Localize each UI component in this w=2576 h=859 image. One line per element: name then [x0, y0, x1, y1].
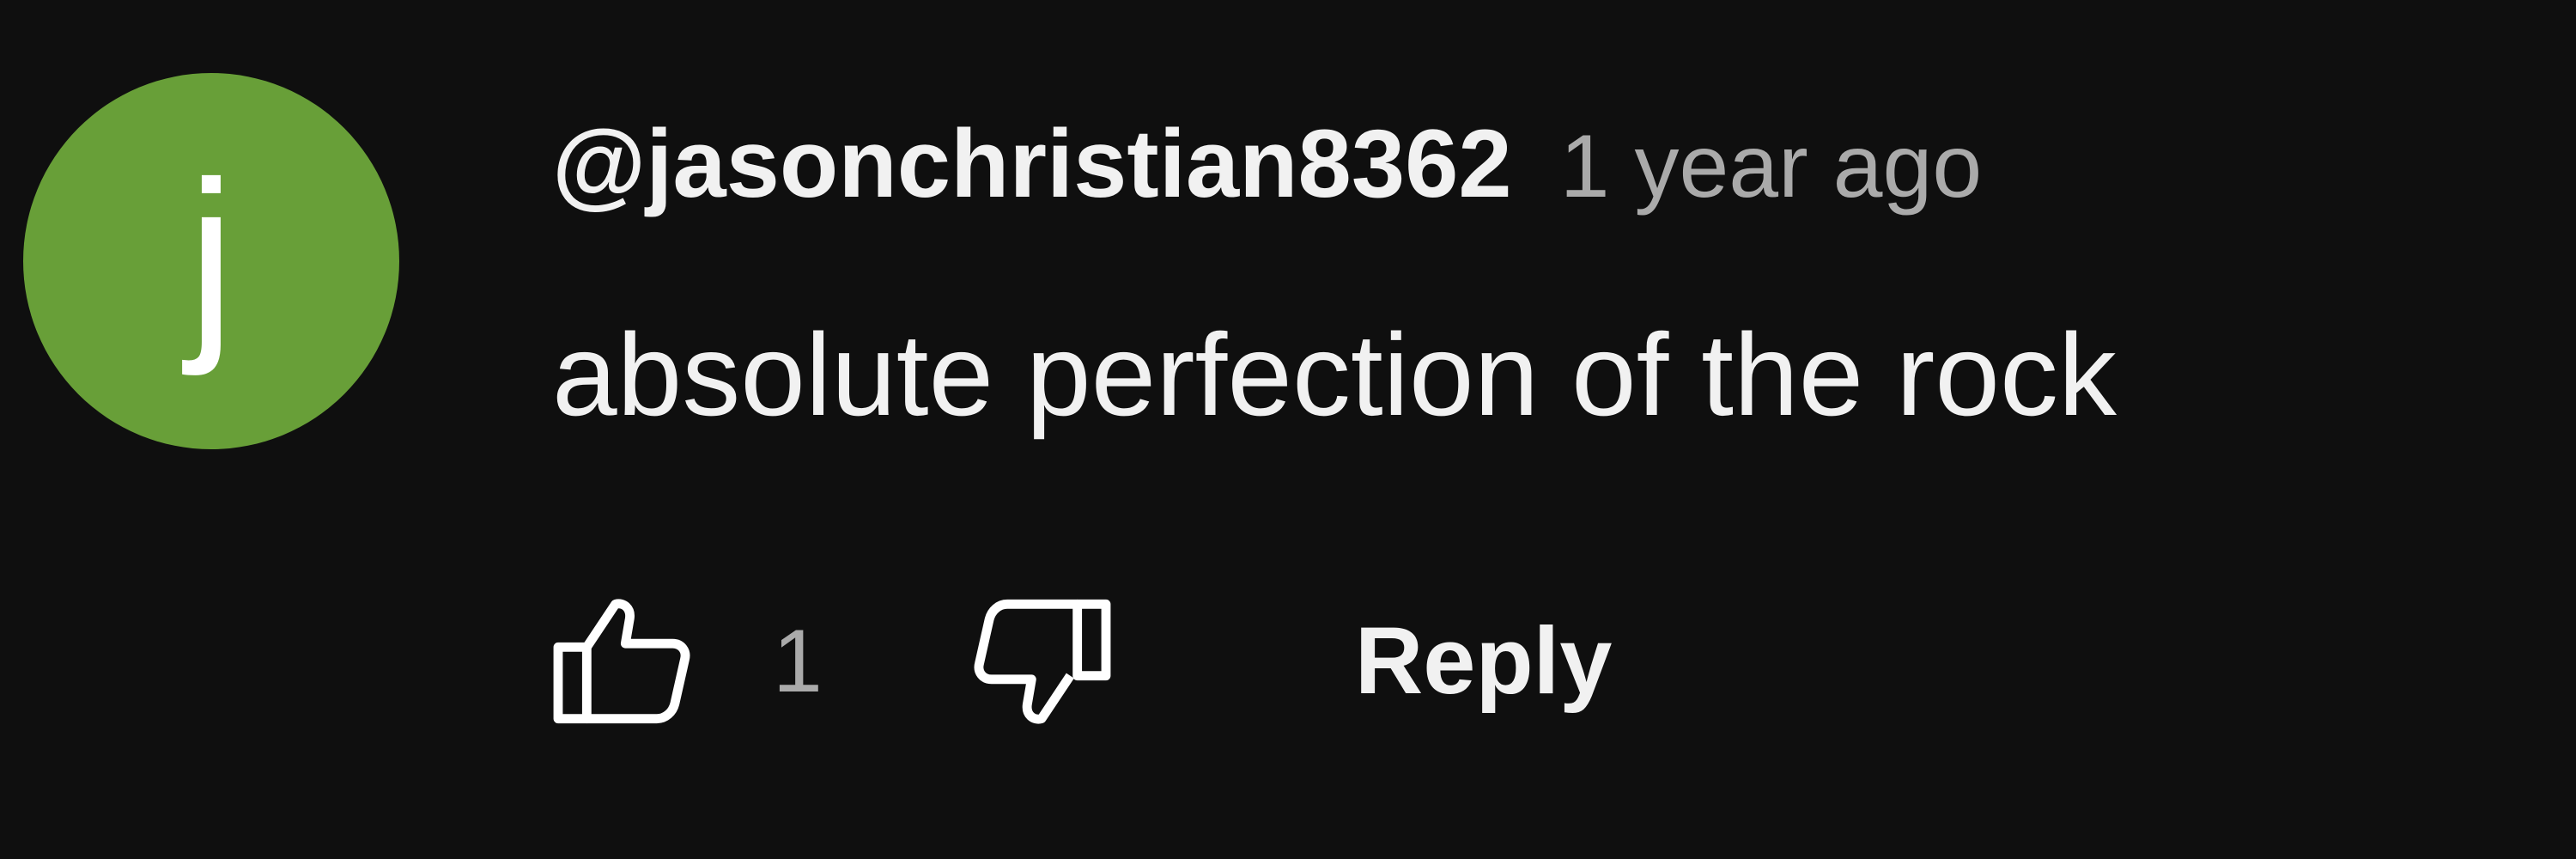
comment-header: @jasonchristian8362 1 year ago [552, 116, 1982, 228]
like-button[interactable] [532, 576, 713, 747]
reply-button[interactable]: Reply [1355, 614, 1613, 709]
author-name[interactable]: @jasonchristian8362 [552, 116, 1512, 212]
thumbs-up-icon [553, 599, 690, 724]
dislike-button[interactable] [951, 576, 1132, 747]
avatar-letter: j [187, 137, 235, 376]
like-count: 1 [773, 612, 823, 711]
comment-actions: 1 Reply [532, 576, 1612, 747]
avatar[interactable]: j [23, 73, 399, 449]
comment-timestamp[interactable]: 1 year ago [1560, 122, 1982, 211]
comment-text: absolute perfection of the rock [552, 309, 2117, 440]
comment-thread: j @jasonchristian8362 1 year ago absolut… [0, 0, 2576, 859]
thumbs-down-icon [974, 599, 1111, 724]
